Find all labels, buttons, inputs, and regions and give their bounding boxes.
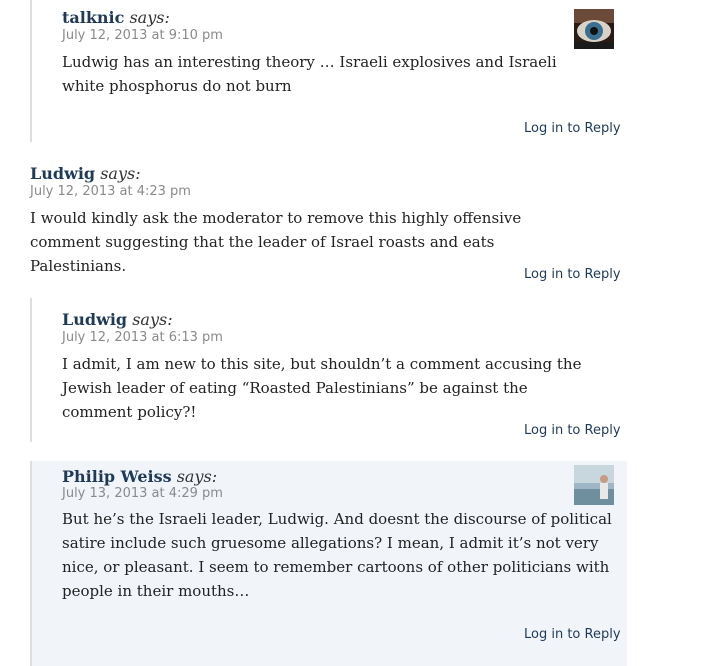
reply-link[interactable]: Log in to Reply xyxy=(524,267,621,282)
reply-link[interactable]: Log in to Reply xyxy=(524,627,621,642)
talknic-eye-avatar-icon xyxy=(574,9,614,49)
comment-header: Ludwig says: xyxy=(30,164,141,183)
comment-ludwig-2: Ludwig says: July 12, 2013 at 6:13 pm I … xyxy=(0,298,714,448)
says-label: says: xyxy=(100,164,141,183)
comment-ludwig-1: Ludwig says: July 12, 2013 at 4:23 pm I … xyxy=(0,150,714,290)
comment-header: Ludwig says: xyxy=(62,310,173,329)
avatar xyxy=(574,465,614,505)
comment-body: I would kindly ask the moderator to remo… xyxy=(30,209,522,275)
comment-header: talknic says: xyxy=(62,8,170,27)
person-photo-avatar-icon xyxy=(574,465,614,505)
reply-link[interactable]: Log in to Reply xyxy=(524,121,621,136)
comment-header: Philip Weiss says: xyxy=(62,467,217,486)
comment-philip-weiss-content: Philip Weiss says: July 13, 2013 at 4:29… xyxy=(0,461,714,666)
comment-date[interactable]: July 13, 2013 at 4:29 pm xyxy=(62,486,223,501)
comment-talknic: talknic says: July 12, 2013 at 9:10 pm L… xyxy=(0,0,714,150)
comment-date[interactable]: July 12, 2013 at 9:10 pm xyxy=(62,28,223,43)
says-label: says: xyxy=(129,8,170,27)
comment-author-link[interactable]: Ludwig xyxy=(30,164,95,183)
comment-author-link[interactable]: talknic xyxy=(62,8,124,27)
comment-date[interactable]: July 12, 2013 at 4:23 pm xyxy=(30,184,191,199)
says-label: says: xyxy=(132,310,173,329)
comment-date[interactable]: July 12, 2013 at 6:13 pm xyxy=(62,330,223,345)
comment-body: I admit, I am new to this site, but shou… xyxy=(62,355,582,421)
says-label: says: xyxy=(176,467,218,486)
comment-body: But he’s the Israeli leader, Ludwig. And… xyxy=(62,510,612,600)
comment-author-link[interactable]: Ludwig xyxy=(62,310,127,329)
comment-author-link[interactable]: Philip Weiss xyxy=(62,467,172,486)
avatar xyxy=(574,9,614,49)
comment-body: Ludwig has an interesting theory … Israe… xyxy=(62,53,557,95)
reply-link[interactable]: Log in to Reply xyxy=(524,423,621,438)
